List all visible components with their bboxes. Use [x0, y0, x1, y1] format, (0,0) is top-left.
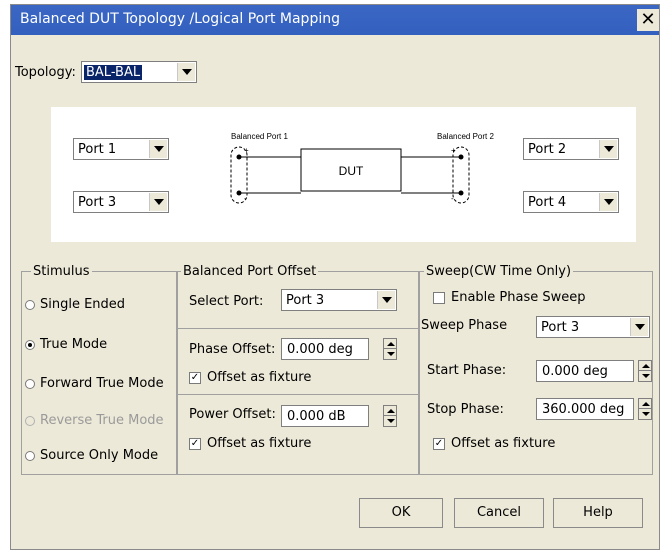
radio-true-mode[interactable]: True Mode	[25, 337, 107, 352]
checkbox-label: Offset as fixture	[451, 436, 556, 451]
start-phase-field[interactable]: 0.000 deg	[536, 360, 634, 382]
radio-label: Single Ended	[40, 297, 126, 312]
radio-label: True Mode	[40, 337, 108, 352]
balanced-port-offset-legend: Balanced Port Offset	[181, 264, 319, 279]
sweep-legend: Sweep(CW Time Only)	[424, 264, 574, 279]
cancel-button[interactable]: Cancel	[454, 498, 544, 528]
minus-sign: -	[244, 194, 247, 203]
plus-sign: +	[244, 146, 249, 155]
balanced-port-2-label: Balanced Port 2	[437, 132, 494, 141]
checkbox-icon[interactable]	[433, 291, 445, 304]
checkbox-check-icon[interactable]: ✓	[189, 437, 201, 450]
phase-offset-field[interactable]: 0.000 deg	[281, 338, 369, 360]
power-offset-as-fixture-checkbox[interactable]: ✓ Offset as fixture	[189, 436, 311, 451]
topology-dropdown[interactable]: BAL-BAL	[81, 61, 197, 83]
title-bar: Balanced DUT Topology /Logical Port Mapp…	[11, 5, 659, 35]
help-button[interactable]: Help	[553, 498, 643, 528]
select-port-value: Port 3	[286, 293, 325, 308]
window-title: Balanced DUT Topology /Logical Port Mapp…	[20, 11, 340, 27]
checkbox-check-icon[interactable]: ✓	[433, 437, 445, 450]
phase-offset-spinner[interactable]	[383, 338, 397, 360]
chevron-down-icon[interactable]	[377, 291, 395, 309]
stop-phase-label: Stop Phase:	[427, 402, 504, 417]
power-offset-label: Power Offset:	[189, 407, 276, 422]
phase-offset-as-fixture-checkbox[interactable]: ✓ Offset as fixture	[189, 370, 311, 385]
radio-circle-icon[interactable]	[25, 378, 35, 389]
divider	[177, 394, 419, 395]
phase-offset-label: Phase Offset:	[189, 342, 276, 357]
chevron-down-icon[interactable]	[177, 63, 195, 81]
topology-value: BAL-BAL	[84, 65, 143, 80]
stimulus-legend: Stimulus	[31, 264, 92, 279]
power-offset-value: 0.000 dB	[287, 409, 346, 424]
radio-reverse-true-mode: Reverse True Mode	[25, 413, 164, 428]
balanced-port-1-label: Balanced Port 1	[231, 132, 288, 141]
checkbox-label: Offset as fixture	[207, 370, 312, 385]
radio-circle-icon[interactable]	[25, 339, 35, 350]
dut-schematic: Balanced Port 1 Balanced Port 2 DUT + - …	[230, 132, 494, 204]
radio-circle-icon	[25, 415, 35, 426]
checkbox-label: Enable Phase Sweep	[451, 290, 586, 305]
radio-single-ended[interactable]: Single Ended	[25, 297, 125, 312]
checkbox-label: Offset as fixture	[207, 436, 312, 451]
power-offset-spinner[interactable]	[383, 405, 397, 427]
radio-forward-true-mode[interactable]: Forward True Mode	[25, 376, 164, 391]
topology-diagram: Port 1 Port 3 Port 2 Port 4 Balanced Por…	[51, 107, 636, 242]
radio-label: Source Only Mode	[40, 448, 159, 463]
radio-label: Reverse True Mode	[40, 413, 164, 428]
topology-label: Topology:	[15, 65, 76, 80]
sweep-offset-as-fixture-checkbox[interactable]: ✓ Offset as fixture	[433, 436, 555, 451]
stop-phase-value: 360.000 deg	[542, 402, 625, 417]
plus-sign: +	[451, 146, 456, 155]
radio-circle-icon[interactable]	[25, 299, 35, 310]
stop-phase-field[interactable]: 360.000 deg	[536, 398, 634, 420]
sweep-phase-dropdown[interactable]: Port 3	[536, 316, 650, 338]
checkbox-check-icon[interactable]: ✓	[189, 371, 201, 384]
select-port-dropdown[interactable]: Port 3	[281, 289, 397, 311]
power-offset-field[interactable]: 0.000 dB	[281, 405, 369, 427]
start-phase-label: Start Phase:	[427, 363, 507, 378]
phase-offset-value: 0.000 deg	[287, 342, 353, 357]
ok-button[interactable]: OK	[359, 498, 443, 528]
divider	[177, 328, 419, 329]
enable-phase-sweep-checkbox[interactable]: Enable Phase Sweep	[433, 290, 586, 305]
sweep-phase-label: Sweep Phase	[421, 318, 508, 333]
minus-sign: -	[451, 194, 454, 203]
radio-circle-icon[interactable]	[25, 450, 35, 461]
start-phase-value: 0.000 deg	[542, 364, 608, 379]
chevron-down-icon[interactable]	[630, 318, 648, 336]
close-button[interactable]: ✕	[637, 9, 659, 31]
start-phase-spinner[interactable]	[638, 360, 652, 382]
sweep-phase-value: Port 3	[541, 320, 580, 335]
select-port-label: Select Port:	[189, 294, 264, 309]
stop-phase-spinner[interactable]	[638, 398, 652, 420]
radio-source-only-mode[interactable]: Source Only Mode	[25, 448, 158, 463]
port-mapping-dialog: Balanced DUT Topology /Logical Port Mapp…	[10, 4, 660, 550]
radio-label: Forward True Mode	[40, 376, 164, 391]
dut-label: DUT	[339, 164, 364, 178]
